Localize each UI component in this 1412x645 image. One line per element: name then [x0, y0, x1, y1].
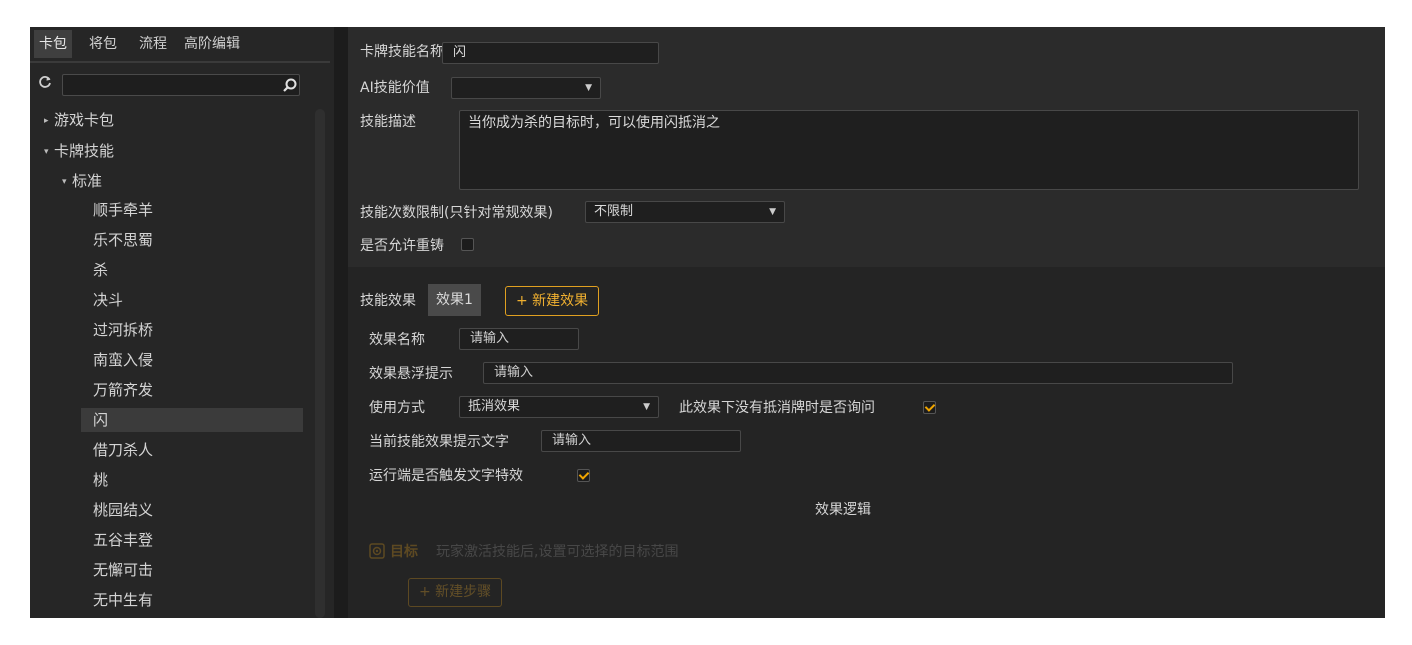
- search-input[interactable]: [62, 74, 300, 96]
- tree-node-label: 卡牌技能: [54, 142, 115, 160]
- tree-leaf[interactable]: 顺手牵羊: [81, 198, 303, 222]
- chevron-down-icon: ▼: [643, 402, 650, 412]
- tree-leaf[interactable]: 南蛮入侵: [81, 348, 303, 372]
- new-effect-button[interactable]: + 新建效果: [505, 286, 600, 316]
- ai-value-select[interactable]: ▼: [451, 77, 601, 99]
- editor-window: 卡包 将包 流程 高阶编辑 ▸ 游戏卡包 ▾ 卡牌技能 ▾ 标准 顺手牵羊 乐不思蜀 …: [30, 27, 1385, 618]
- chevron-down-icon: ▼: [769, 207, 776, 217]
- refresh-icon[interactable]: [38, 75, 52, 89]
- trigger-checkbox[interactable]: [577, 469, 590, 482]
- effect-name-label: 效果名称: [369, 332, 425, 348]
- tree-leaf[interactable]: 决斗: [81, 288, 303, 312]
- tree-leaf[interactable]: 无中生有: [81, 588, 303, 612]
- caret-down-icon: ▾: [62, 177, 67, 187]
- tree-leaf[interactable]: 万箭齐发: [81, 378, 303, 402]
- caret-right-icon: ▸: [44, 116, 49, 126]
- tab-flow[interactable]: 流程: [134, 30, 172, 58]
- target-label: 目标: [390, 544, 418, 560]
- tree-leaf-selected[interactable]: 闪: [81, 408, 303, 432]
- chevron-down-icon: ▼: [585, 83, 592, 93]
- search-icon[interactable]: [282, 77, 298, 93]
- tree-leaf[interactable]: 桃: [81, 468, 303, 492]
- effect-tooltip-input[interactable]: 请输入: [483, 362, 1233, 384]
- limit-selected: 不限制: [594, 204, 634, 219]
- tree-node-game-packs[interactable]: ▸ 游戏卡包: [44, 109, 114, 131]
- tab-card-pack[interactable]: 卡包: [34, 30, 72, 58]
- tab-general-pack[interactable]: 将包: [84, 30, 122, 58]
- effect-tooltip-label: 效果悬浮提示: [369, 366, 453, 382]
- panel-tabs: 卡包 将包 流程 高阶编辑: [30, 27, 330, 63]
- usage-selected: 抵消效果: [468, 399, 521, 414]
- effects-label: 技能效果: [360, 293, 416, 309]
- skill-name-input[interactable]: 闪: [442, 42, 659, 64]
- effect-hint-input[interactable]: 请输入: [541, 430, 741, 452]
- target-icon: [369, 543, 385, 559]
- usage-select[interactable]: 抵消效果 ▼: [459, 396, 659, 418]
- effect-logic-title: 效果逻辑: [815, 502, 871, 518]
- effect-name-input[interactable]: 请输入: [459, 328, 579, 350]
- tree-leaf[interactable]: 杀: [81, 258, 303, 282]
- skill-desc-label: 技能描述: [360, 114, 416, 130]
- skill-editor-panel: 卡牌技能名称 闪 AI技能价值 ▼ 技能描述 技能次数限制(只针对常规效果) 不…: [348, 27, 1385, 618]
- ask-label: 此效果下没有抵消牌时是否询问: [679, 400, 875, 416]
- effect-hint-label: 当前技能效果提示文字: [369, 434, 509, 450]
- tree-leaf[interactable]: 无懈可击: [81, 558, 303, 582]
- new-step-button[interactable]: + 新建步骤: [408, 578, 503, 607]
- tree-node-label: 游戏卡包: [54, 111, 115, 129]
- tree-leaf[interactable]: 乐不思蜀: [81, 228, 303, 252]
- usage-label: 使用方式: [369, 400, 425, 416]
- tree-node-standard[interactable]: ▾ 标准: [62, 170, 102, 192]
- skill-basic-section: 卡牌技能名称 闪 AI技能价值 ▼ 技能描述 技能次数限制(只针对常规效果) 不…: [348, 27, 1385, 267]
- recast-checkbox[interactable]: [461, 238, 474, 251]
- skill-desc-textarea[interactable]: [459, 110, 1359, 190]
- tab-effect-1[interactable]: 效果1: [428, 284, 481, 316]
- trigger-label: 运行端是否触发文字特效: [369, 468, 523, 484]
- skill-name-label: 卡牌技能名称: [360, 44, 444, 60]
- tree-leaf[interactable]: 过河拆桥: [81, 318, 303, 342]
- tree-node-card-skills[interactable]: ▾ 卡牌技能: [44, 140, 114, 162]
- tab-advanced-edit[interactable]: 高阶编辑: [179, 30, 245, 58]
- card-pack-panel: 卡包 将包 流程 高阶编辑 ▸ 游戏卡包 ▾ 卡牌技能 ▾ 标准 顺手牵羊 乐不思蜀 …: [30, 27, 334, 618]
- limit-select[interactable]: 不限制 ▼: [585, 201, 785, 223]
- tree-scrollbar[interactable]: [315, 109, 325, 618]
- recast-label: 是否允许重铸: [360, 238, 444, 254]
- tree-node-label: 标准: [72, 172, 103, 190]
- tree-leaf[interactable]: 桃园结义: [81, 498, 303, 522]
- tree-leaf[interactable]: 借刀杀人: [81, 438, 303, 462]
- ask-checkbox[interactable]: [923, 401, 936, 414]
- limit-label: 技能次数限制(只针对常规效果): [360, 205, 553, 221]
- target-desc: 玩家激活技能后,设置可选择的目标范围: [436, 544, 679, 560]
- ai-value-label: AI技能价值: [360, 80, 430, 96]
- tree-leaf[interactable]: 五谷丰登: [81, 528, 303, 552]
- caret-down-icon: ▾: [44, 147, 49, 157]
